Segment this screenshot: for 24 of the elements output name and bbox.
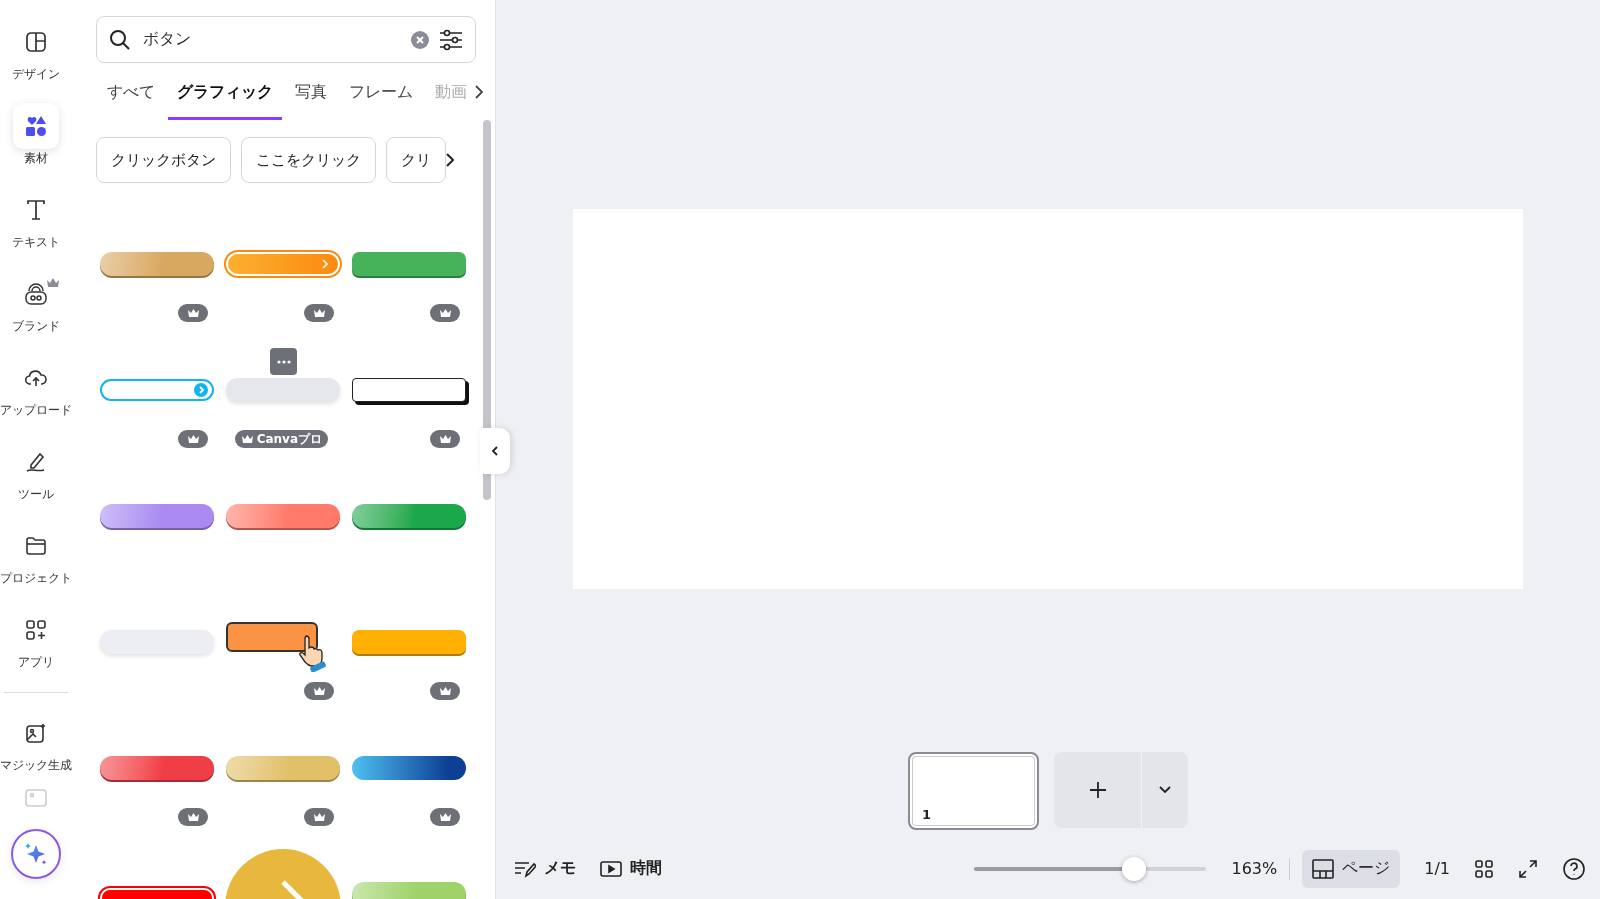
page-thumbnail[interactable]: 1	[908, 752, 1039, 830]
category-tab[interactable]: 写真	[286, 64, 336, 120]
suggestion-chip[interactable]: ここをクリック	[241, 137, 376, 183]
notes-button[interactable]: メモ	[514, 858, 576, 879]
zoom-reading: 163%	[1231, 859, 1278, 878]
suggestion-chip[interactable]: クリックボタン	[96, 137, 231, 183]
rail-label: ツール	[18, 486, 54, 503]
premium-badge: Canvaプロ	[234, 430, 328, 448]
page-count: 1/1	[1424, 859, 1450, 878]
rail-label: テキスト	[12, 234, 60, 251]
pages-button[interactable]: ページ	[1302, 849, 1401, 888]
timing-button[interactable]: 時間	[600, 858, 662, 879]
rail-label: マジック生成	[0, 757, 72, 774]
rail-label: プロジェクト	[0, 570, 72, 587]
rail-label: デザイン	[12, 66, 60, 83]
rail-label: アップロード	[0, 402, 72, 419]
category-tab[interactable]: すべて	[98, 64, 164, 120]
rail-label: 素材	[24, 150, 48, 167]
search-field[interactable]: ボタン	[96, 16, 476, 63]
suggestion-chip[interactable]: クリ	[386, 137, 446, 183]
rail-label: ブランド	[12, 318, 60, 335]
rail-label: アプリ	[18, 654, 54, 671]
category-tab[interactable]: フレーム	[340, 64, 422, 120]
category-tab[interactable]: グラフィック	[168, 64, 282, 120]
